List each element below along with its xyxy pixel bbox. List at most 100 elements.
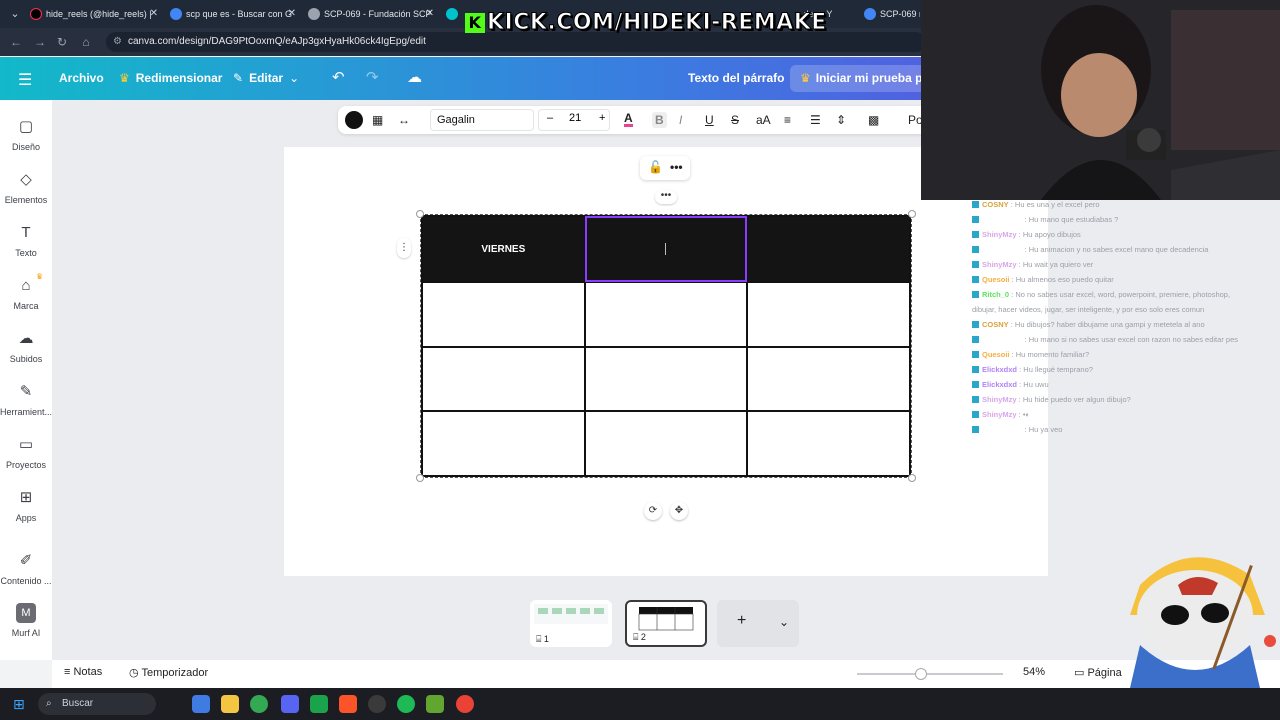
font-size-value[interactable]: 21	[569, 112, 581, 124]
undo-icon[interactable]: ↶	[332, 68, 345, 86]
table-cell[interactable]	[746, 410, 911, 477]
italic-icon[interactable]: I	[679, 112, 682, 128]
browser-tab[interactable]	[440, 3, 460, 25]
menu-icon[interactable]: ☰	[18, 70, 32, 90]
spacing-icon[interactable]: ↔	[398, 112, 410, 128]
increase-size-button[interactable]: +	[599, 112, 605, 124]
brave-icon[interactable]	[339, 695, 357, 713]
resize-handle[interactable]	[908, 210, 916, 218]
back-icon[interactable]: ←	[8, 34, 24, 50]
table-cell[interactable]	[421, 345, 586, 413]
sidebar-item-design[interactable]: ▢ Diseño	[0, 117, 52, 152]
file-menu[interactable]: Archivo	[59, 71, 104, 85]
sidebar-item-brand[interactable]: ♛ ⌂ Marca	[0, 272, 52, 311]
table-cell[interactable]	[746, 345, 911, 413]
timer-button[interactable]: ◷ Temporizador	[129, 666, 208, 679]
close-icon[interactable]: ✕	[426, 3, 434, 25]
browser-tab[interactable]: hide_reels (@hide_reels) | ✕	[24, 3, 164, 25]
discord-icon[interactable]	[281, 695, 299, 713]
google-icon	[864, 8, 876, 20]
table-cell[interactable]: VIERNES	[421, 215, 586, 283]
chevron-down-icon[interactable]: ⌄	[779, 615, 789, 629]
cloud-save-icon[interactable]: ☁	[407, 68, 422, 86]
table-cell[interactable]	[421, 281, 586, 348]
close-icon[interactable]: ✕	[288, 3, 296, 25]
table-cell[interactable]	[746, 281, 911, 348]
text-color-icon[interactable]: A	[624, 112, 633, 127]
minecraft-icon[interactable]	[426, 695, 444, 713]
copilot-app-icon[interactable]	[192, 695, 210, 713]
sidebar-item-apps[interactable]: ⊞ Apps	[0, 488, 52, 523]
chat-username: Ritch_0	[982, 290, 1010, 299]
url-field[interactable]: ⚙ canva.com/design/DAG9PtOoxmQ/eAJp3gxHy…	[106, 32, 926, 52]
table-cell[interactable]	[421, 410, 586, 477]
taskbar-search[interactable]: ⌕ Buscar	[38, 693, 156, 715]
font-selector[interactable]: Gagalin	[430, 109, 534, 131]
resize-button[interactable]: ♛ Redimensionar	[119, 71, 222, 85]
underline-icon[interactable]: U	[705, 112, 714, 128]
chat-text: : Hu ya veo	[1022, 425, 1063, 434]
add-page-button[interactable]: + ⌄	[717, 600, 799, 647]
chat-text: : No no sabes usar excel, word, powerpoi…	[1009, 290, 1231, 299]
forward-icon[interactable]: →	[32, 34, 48, 50]
zoom-level[interactable]: 54%	[1023, 666, 1045, 678]
letter-case-icon[interactable]: aA	[756, 112, 771, 128]
sidebar-item-text[interactable]: T Texto	[0, 223, 52, 258]
column-menu-icon[interactable]: •••	[655, 190, 677, 204]
decrease-size-button[interactable]: –	[547, 112, 553, 124]
chat-text: : Hu apoyo dibujos	[1016, 230, 1081, 239]
element-type-text: Texto del párrafo	[688, 71, 785, 85]
text-color-swatch[interactable]	[345, 111, 363, 129]
windows-start-icon[interactable]: ⊞	[13, 696, 29, 712]
obs-icon[interactable]	[368, 695, 386, 713]
browser-tab[interactable]: SCP-069 mi	[858, 3, 920, 25]
notes-button[interactable]: ≡ Notas	[64, 666, 102, 678]
browser-tab[interactable]: scp que es - Buscar con G ✕	[164, 3, 302, 25]
table-cell-selected[interactable]	[583, 215, 749, 283]
line-spacing-icon[interactable]: ⇕	[836, 112, 846, 128]
chrome-alt-icon[interactable]	[456, 695, 474, 713]
table-cell[interactable]	[746, 215, 911, 283]
spotify-icon[interactable]	[397, 695, 415, 713]
list-icon[interactable]: ☰	[810, 112, 821, 128]
sidebar-item-projects[interactable]: ▭ Proyectos	[0, 435, 52, 470]
reload-icon[interactable]: ↻	[54, 34, 70, 50]
move-icon[interactable]: ✥	[670, 502, 688, 520]
chrome-icon[interactable]	[250, 695, 268, 713]
lock-icon[interactable]: 🔓	[648, 160, 663, 174]
page-thumbnail-active[interactable]: ⌸ 2	[625, 600, 707, 647]
table-cell[interactable]	[583, 281, 749, 348]
transparency-icon[interactable]: ▩	[868, 112, 879, 128]
sidebar-item-uploads[interactable]: ☁ Subidos	[0, 329, 52, 364]
rotate-icon[interactable]: ⟳	[644, 502, 662, 520]
row-menu-icon[interactable]: ⋮	[397, 238, 411, 258]
close-icon[interactable]: ✕	[150, 3, 158, 25]
table-icon[interactable]: ▦	[372, 112, 383, 128]
tab-list-icon[interactable]: ⌄	[6, 5, 24, 23]
edit-menu[interactable]: ✎ Editar ⌄	[233, 71, 299, 85]
table-cell[interactable]	[583, 345, 749, 413]
resize-handle[interactable]	[416, 210, 424, 218]
resize-handle[interactable]	[908, 474, 916, 482]
align-center-icon[interactable]: ≡	[784, 112, 791, 128]
strikethrough-icon[interactable]: S	[731, 112, 739, 128]
file-explorer-icon[interactable]	[221, 695, 239, 713]
more-options-icon[interactable]: •••	[670, 160, 683, 174]
table-selection[interactable]: VIERNES	[420, 214, 912, 478]
xbox-icon[interactable]	[310, 695, 328, 713]
page-thumbnail[interactable]: ⌸ 1	[530, 600, 612, 647]
site-settings-icon[interactable]: ⚙	[113, 32, 122, 52]
zoom-slider-knob[interactable]	[915, 668, 927, 680]
schedule-table[interactable]: VIERNES	[421, 215, 911, 477]
redo-icon[interactable]: ↷	[366, 68, 379, 86]
resize-handle[interactable]	[416, 474, 424, 482]
zoom-slider[interactable]	[857, 668, 1003, 680]
sidebar-item-tools[interactable]: ✎ Herramient...	[0, 382, 52, 417]
sidebar-item-murf[interactable]: M Murf AI	[0, 603, 52, 638]
bold-icon[interactable]: B	[652, 112, 667, 128]
home-icon[interactable]: ⌂	[78, 34, 94, 50]
table-cell[interactable]	[583, 410, 749, 477]
sidebar-item-content[interactable]: ✐ Contenido ...	[0, 551, 52, 586]
browser-tab[interactable]: SCP-069 - Fundación SCP ✕	[302, 3, 440, 25]
sidebar-item-elements[interactable]: ◇ Elementos	[0, 170, 52, 205]
